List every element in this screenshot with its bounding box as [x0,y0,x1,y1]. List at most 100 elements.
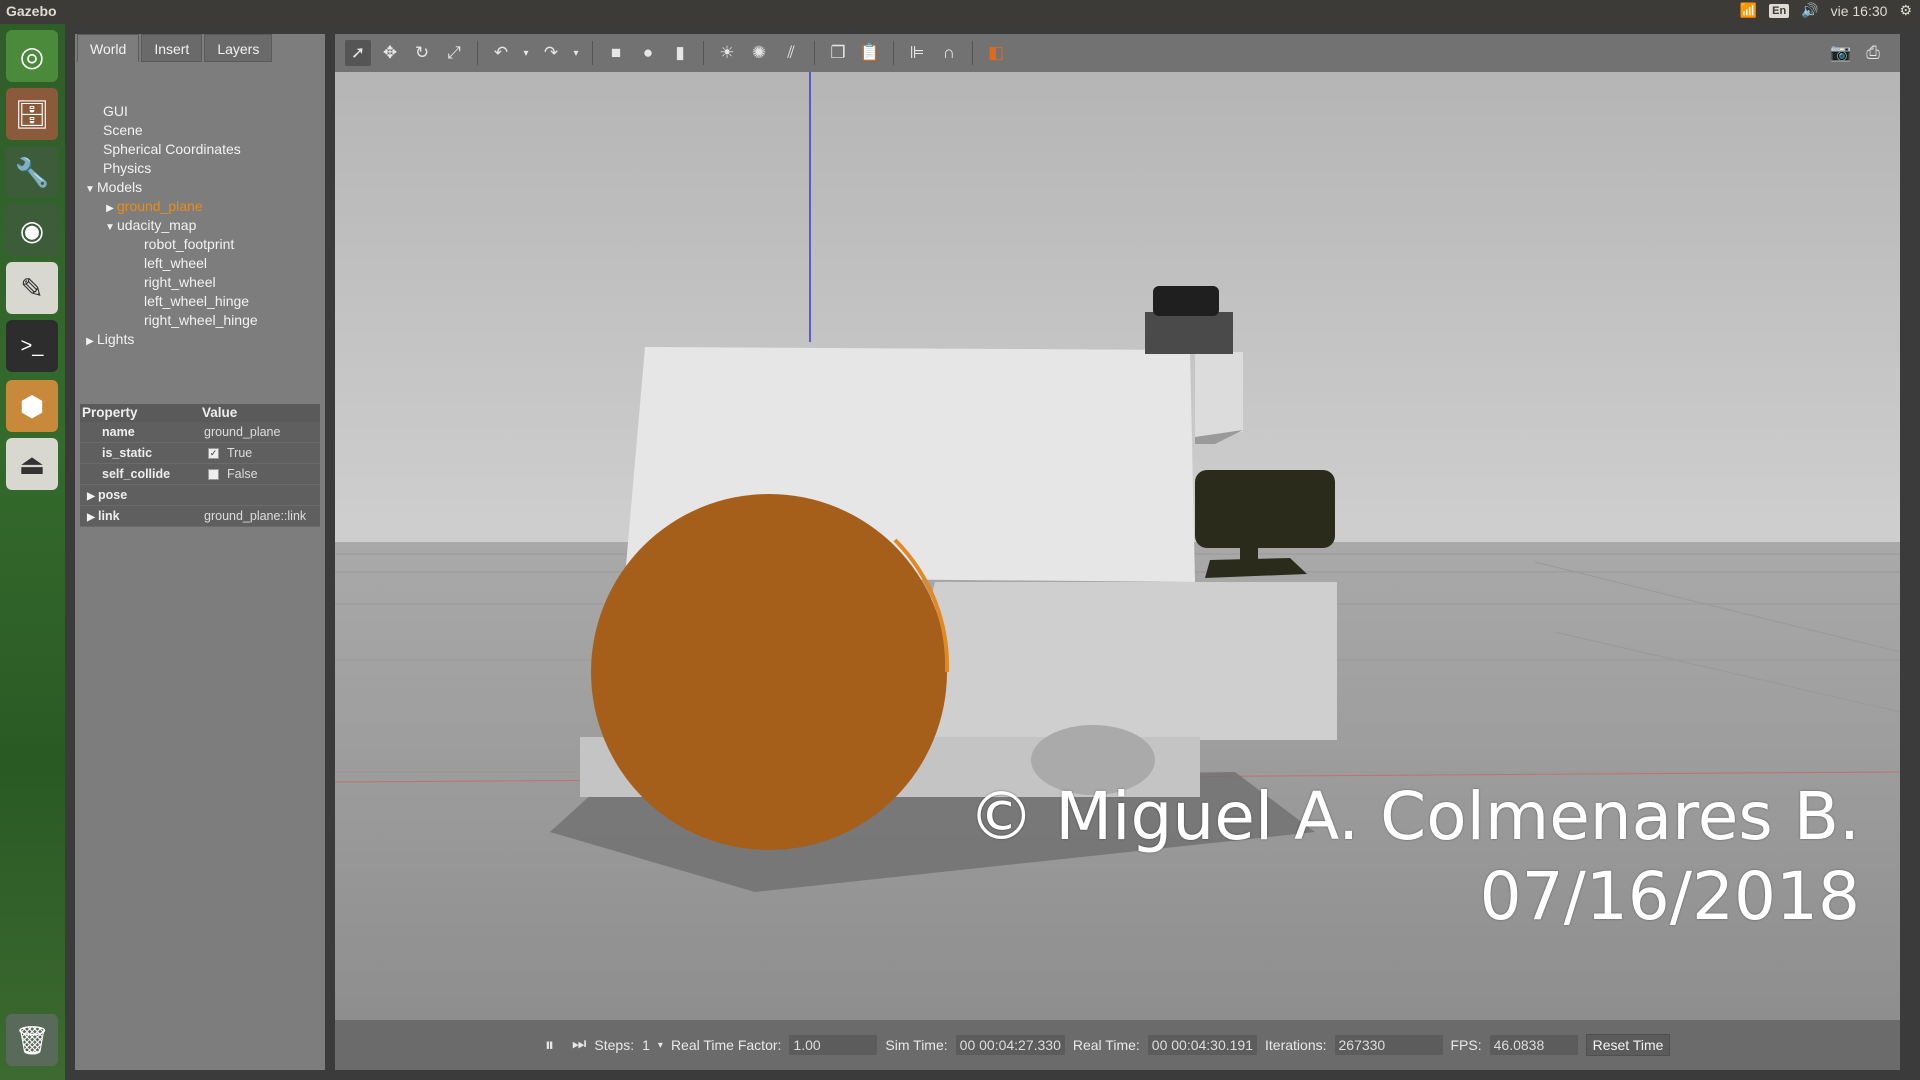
steps-label: Steps: [594,1037,635,1053]
prop-row-is-static[interactable]: is_static ✓ True [80,443,320,464]
watermark-date: 07/16/2018 [1479,858,1860,935]
files-icon[interactable]: 🗄 [6,88,58,140]
camera-body[interactable] [1195,470,1335,548]
settings-icon[interactable]: 🔧 [6,146,58,198]
usb-drive-icon[interactable]: ⏏ [6,438,58,490]
point-light-icon[interactable]: ☀ [714,40,740,66]
header-property: Property [82,405,138,420]
rtf-value: 1.00 [789,1035,878,1055]
redo-history-icon[interactable]: ▾ [570,40,582,66]
expand-down-icon[interactable]: ▼ [103,218,117,237]
lidar-head[interactable] [1153,286,1219,316]
status-bar: ⏸ ⏭ Steps: 1 ▾ Real Time Factor: 1.00 Si… [335,1020,1900,1070]
select-mode-icon[interactable]: ➚ [345,40,371,66]
tab-layers[interactable]: Layers [204,34,273,62]
viewport-area: ➚ ✥ ↻ ⤢ ↶ ▾ ↷ ▾ ■ ● ▮ ☀ ✺ ⫽ ❐ 📋 ⊫ ∩ ◧ 📷 … [335,34,1900,1070]
cylinder-shape-icon[interactable]: ▮ [667,40,693,66]
spot-light-icon[interactable]: ✺ [746,40,772,66]
left-wheel-orange[interactable] [591,494,947,850]
scale-mode-icon[interactable]: ⤢ [441,40,467,66]
tree-item-spherical-coordinates[interactable]: Spherical Coordinates [103,140,241,159]
prop-key: ▶ link [80,506,200,526]
fps-value: 46.0838 [1489,1035,1578,1055]
translate-mode-icon[interactable]: ✥ [377,40,403,66]
rtf-label: Real Time Factor: [670,1037,782,1053]
sim-time-value: 00 00:04:27.330 [955,1035,1065,1055]
toolbar: ➚ ✥ ↻ ⤢ ↶ ▾ ↷ ▾ ■ ● ▮ ☀ ✺ ⫽ ❐ 📋 ⊫ ∩ ◧ 📷 … [335,34,1900,72]
redo-icon[interactable]: ↷ [538,40,564,66]
prop-row-self-collide[interactable]: self_collide False [80,464,320,485]
tree-item-ground-plane[interactable]: ▶ ground_plane [103,197,203,216]
property-header: Property Value [80,404,320,422]
checkbox-label: True [227,446,253,460]
robot-chassis-lower [895,582,1337,740]
tree-item-right-wheel[interactable]: right_wheel [144,273,216,292]
paste-icon[interactable]: 📋 [857,40,883,66]
wifi-icon[interactable]: 📶 [1740,2,1757,19]
pause-icon[interactable]: ⏸ [545,1035,554,1056]
snap-icon[interactable]: ∩ [936,40,962,66]
step-icon[interactable]: ⏭ [572,1036,586,1054]
clock[interactable]: vie 16:30 [1831,3,1888,19]
keyboard-layout-indicator[interactable]: En [1769,3,1790,18]
lidar-base[interactable] [1145,312,1233,354]
undo-history-icon[interactable]: ▾ [520,40,532,66]
property-table: Property Value name ground_plane is_stat… [80,404,320,527]
box-shape-icon[interactable]: ■ [603,40,629,66]
text-editor-icon[interactable]: ✎ [6,262,58,314]
tree-item-left-wheel-hinge[interactable]: left_wheel_hinge [144,292,249,311]
toolbar-separator [814,41,815,65]
sphere-shape-icon[interactable]: ● [635,40,661,66]
steps-dropdown-icon[interactable]: ▾ [658,1040,663,1051]
directional-light-icon[interactable]: ⫽ [778,40,804,66]
dash-icon[interactable]: ◎ [6,30,58,82]
tree-item-robot-footprint[interactable]: robot_footprint [144,235,234,254]
prop-row-name[interactable]: name ground_plane [80,422,320,443]
undo-icon[interactable]: ↶ [488,40,514,66]
real-time-label: Real Time: [1072,1037,1140,1053]
view-angle-icon[interactable]: ◧ [983,40,1009,66]
sim-time-label: Sim Time: [885,1037,948,1053]
tree-item-physics[interactable]: Physics [103,159,151,178]
expand-right-icon[interactable]: ▶ [84,507,98,528]
system-top-bar: Gazebo 📶 En 🔊 vie 16:30 ⚙ [0,0,1920,24]
screenshot-icon[interactable]: 📷 [1828,40,1854,66]
prop-key-label: pose [98,488,128,502]
prop-row-pose[interactable]: ▶ pose [80,485,320,506]
tab-world[interactable]: World [77,34,140,62]
volume-icon[interactable]: 🔊 [1801,2,1818,19]
checkbox-checked[interactable]: ✓ [208,448,219,460]
gazebo-icon[interactable]: ⬢ [6,380,58,432]
expand-right-icon[interactable]: ▶ [83,332,97,351]
prop-value[interactable]: ground_plane [200,422,320,442]
3d-scene-canvas[interactable]: © Miguel A. Colmenares B. 07/16/2018 [335,72,1900,1020]
chromium-icon[interactable]: ◉ [6,204,58,256]
expand-right-icon[interactable]: ▶ [84,486,98,507]
steps-spinbox[interactable]: 1 [642,1037,650,1053]
copy-icon[interactable]: ❐ [825,40,851,66]
prop-key-label: link [98,509,120,523]
tab-insert[interactable]: Insert [141,34,203,62]
tree-label: Models [97,179,143,195]
toolbar-separator [592,41,593,65]
checkbox-unchecked[interactable] [208,469,219,481]
tree-item-left-wheel[interactable]: left_wheel [144,254,207,273]
tree-item-udacity-map[interactable]: ▼ udacity_map [103,216,196,235]
trash-icon[interactable]: 🗑 [6,1014,58,1066]
log-icon[interactable]: ⎙ [1860,40,1886,66]
tree-item-lights[interactable]: ▶ Lights [83,330,134,349]
expand-down-icon[interactable]: ▼ [83,180,97,199]
tree-item-models[interactable]: ▼ Models [83,178,142,197]
reset-time-button[interactable]: Reset Time [1585,1034,1671,1056]
terminal-icon[interactable]: >_ [6,320,58,372]
tree-item-scene[interactable]: Scene [103,121,143,140]
tree-item-right-wheel-hinge[interactable]: right_wheel_hinge [144,311,258,330]
header-value: Value [202,405,238,420]
align-icon[interactable]: ⊫ [904,40,930,66]
rotate-mode-icon[interactable]: ↻ [409,40,435,66]
checkbox-label: False [227,467,258,481]
gear-icon[interactable]: ⚙ [1899,2,1912,19]
launcher: ◎ 🗄 🔧 ◉ ✎ >_ ⬢ ⏏ 🗑 [0,24,65,1080]
prop-row-link[interactable]: ▶ link ground_plane::link [80,506,320,527]
tree-item-gui[interactable]: GUI [103,102,128,121]
